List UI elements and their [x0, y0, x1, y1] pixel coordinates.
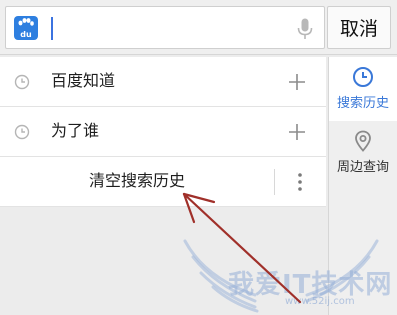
- clock-icon: [353, 67, 373, 87]
- history-item[interactable]: 百度知道: [0, 57, 326, 107]
- tab-search-history[interactable]: 搜索历史: [329, 57, 397, 121]
- plus-icon[interactable]: [288, 123, 306, 141]
- search-input[interactable]: [56, 15, 286, 42]
- search-box[interactable]: du: [5, 6, 325, 49]
- search-bar: du 取消: [0, 0, 397, 55]
- plus-icon[interactable]: [288, 73, 306, 91]
- tab-label: 周边查询: [336, 160, 389, 175]
- baidu-logo-icon: du: [14, 16, 38, 40]
- location-pin-icon: [355, 130, 371, 152]
- annotation-arrow-icon: [182, 192, 302, 304]
- logo-text: du: [20, 30, 32, 39]
- microphone-icon[interactable]: [297, 18, 313, 40]
- clock-icon: [14, 74, 30, 90]
- text-cursor: [51, 17, 53, 40]
- history-item[interactable]: 为了谁: [0, 107, 326, 157]
- cancel-button[interactable]: 取消: [327, 6, 391, 49]
- tab-nearby-search[interactable]: 周边查询: [329, 121, 397, 185]
- tab-label: 搜索历史: [336, 96, 389, 111]
- history-item-label: 百度知道: [51, 71, 116, 90]
- clock-icon: [14, 124, 30, 140]
- history-item-label: 为了谁: [51, 121, 100, 140]
